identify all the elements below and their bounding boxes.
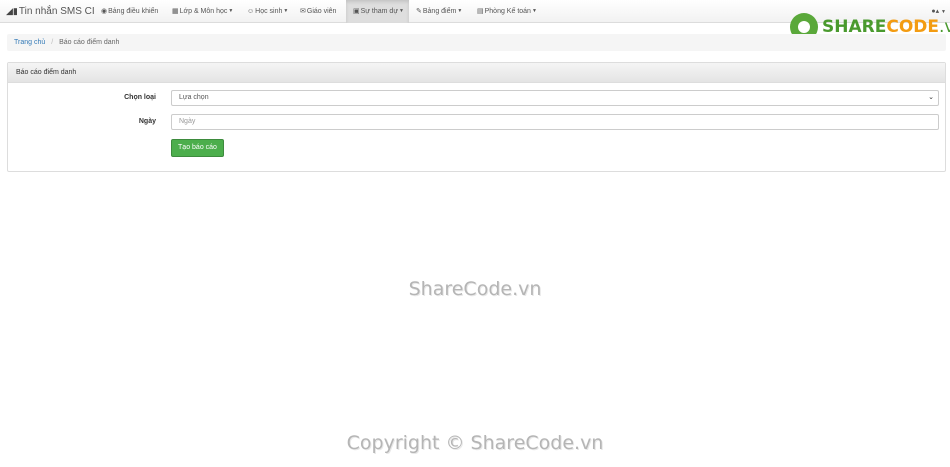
nav-dashboard-label: Bảng điều khiển bbox=[108, 8, 159, 15]
chevron-down-icon: ▼ bbox=[399, 8, 404, 14]
nav-students-label: Học sinh bbox=[255, 8, 283, 15]
date-label: Ngày bbox=[138, 118, 156, 125]
chevron-down-icon: ▼ bbox=[531, 8, 537, 14]
nav-accounting[interactable]: ▤ Phòng Kế toán ▼ bbox=[477, 0, 537, 23]
watermark-copyright: Copyright © ShareCode.vn bbox=[346, 432, 604, 454]
chevron-down-icon: ▼ bbox=[283, 8, 289, 14]
nav-teachers-label: Giáo viên bbox=[306, 8, 337, 15]
watermark-center: ShareCode.vn bbox=[408, 278, 542, 300]
brand[interactable]: ◢▮ Tin nhắn SMS CI bbox=[6, 0, 95, 23]
panel-heading: Báo cáo điểm danh bbox=[8, 63, 945, 83]
dashboard-icon: ◉ bbox=[101, 8, 108, 15]
calendar-icon: ▣ bbox=[353, 8, 360, 15]
signal-icon: ◢▮ bbox=[6, 6, 18, 16]
chevron-down-icon: ▼ bbox=[457, 8, 463, 14]
student-icon: ☺ bbox=[247, 8, 255, 15]
nav-classes[interactable]: ▦ Lớp & Môn học ▼ bbox=[172, 0, 233, 23]
chevron-down-icon: ▼ bbox=[228, 8, 234, 14]
grid-icon: ▦ bbox=[172, 8, 179, 15]
breadcrumb-home[interactable]: Trang chủ bbox=[14, 39, 45, 46]
nav-dashboard[interactable]: ◉ Bảng điều khiển bbox=[101, 0, 158, 23]
nav-classes-label: Lớp & Môn học bbox=[179, 8, 228, 15]
chevron-down-icon: ⌄ bbox=[928, 94, 934, 101]
breadcrumb-separator: / bbox=[51, 39, 54, 46]
create-report-button[interactable]: Tạo báo cáo bbox=[171, 139, 224, 157]
chat-icon: ✉ bbox=[300, 8, 306, 15]
brand-label: Tin nhắn SMS CI bbox=[18, 6, 95, 17]
nav-attendance[interactable]: ▣ Sự tham dự ▼ bbox=[346, 0, 409, 23]
date-input[interactable]: Ngày bbox=[171, 114, 939, 130]
nav-teachers[interactable]: ✉ Giáo viên bbox=[300, 0, 336, 23]
edit-icon: ✎ bbox=[416, 8, 422, 15]
select-type-label: Chọn loại bbox=[124, 94, 156, 101]
breadcrumb: Trang chủ / Báo cáo điểm danh bbox=[7, 34, 946, 51]
attendance-report-panel: Báo cáo điểm danh Chọn loại Lựa chọn ⌄ N… bbox=[7, 62, 946, 172]
report-type-select[interactable]: Lựa chọn ⌄ bbox=[171, 90, 939, 106]
report-type-value: Lựa chọn bbox=[179, 94, 209, 101]
briefcase-icon: ▤ bbox=[477, 8, 484, 15]
date-placeholder: Ngày bbox=[179, 118, 196, 125]
nav-attendance-label: Sự tham dự bbox=[360, 8, 399, 15]
breadcrumb-current: Báo cáo điểm danh bbox=[59, 39, 120, 46]
nav-grades-label: Bảng điểm bbox=[422, 8, 457, 15]
nav-students[interactable]: ☺ Học sinh ▼ bbox=[247, 0, 288, 23]
nav-grades[interactable]: ✎ Bảng điểm ▼ bbox=[416, 0, 462, 23]
nav-accounting-label: Phòng Kế toán bbox=[484, 8, 531, 15]
